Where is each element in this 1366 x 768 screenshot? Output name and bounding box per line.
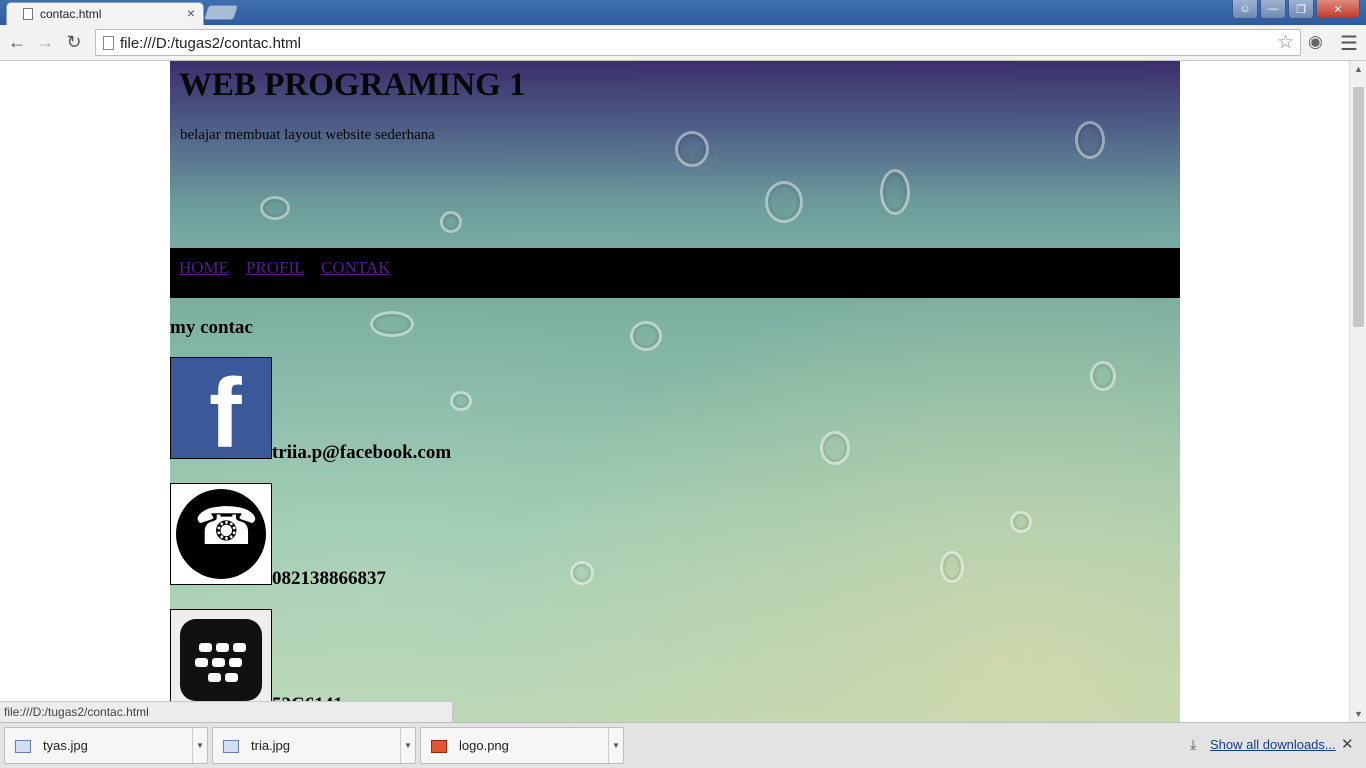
- download-icon: ⤓: [1190, 736, 1197, 752]
- page-icon: [23, 8, 33, 20]
- facebook-icon: f: [170, 357, 272, 459]
- title-bar: contac.html × ☺ — ❐ ✕: [0, 0, 1366, 25]
- address-input[interactable]: [120, 33, 1260, 53]
- extension-icon[interactable]: ◉: [1308, 32, 1323, 52]
- telephone-icon: ☎: [170, 483, 272, 585]
- browser-tab[interactable]: contac.html ×: [6, 2, 204, 25]
- chevron-down-icon[interactable]: ▼: [608, 728, 623, 763]
- page-icon: [103, 36, 114, 50]
- page-container: WEB PROGRAMING 1 belajar membuat layout …: [170, 61, 1180, 722]
- image-file-icon: [15, 740, 31, 753]
- forward-arrow-icon[interactable]: →: [33, 30, 57, 54]
- new-tab-button[interactable]: [203, 5, 239, 20]
- download-item[interactable]: tria.jpg ▼: [212, 727, 416, 764]
- minimize-button[interactable]: —: [1260, 0, 1286, 19]
- status-bubble: file:///D:/tugas2/contac.html: [0, 701, 453, 722]
- restore-button[interactable]: ❐: [1288, 0, 1314, 19]
- blackberry-icon: [170, 609, 272, 711]
- scroll-up-icon[interactable]: ▲: [1354, 64, 1363, 74]
- close-window-button[interactable]: ✕: [1316, 0, 1360, 19]
- chevron-down-icon[interactable]: ▼: [400, 728, 415, 763]
- nav-profil-link[interactable]: PROFIL: [246, 258, 305, 278]
- facebook-contact: triia.p@facebook.com: [272, 442, 452, 463]
- reload-icon[interactable]: ↻: [62, 30, 86, 54]
- page-viewport: WEB PROGRAMING 1 belajar membuat layout …: [0, 61, 1349, 722]
- download-filename: tria.jpg: [251, 738, 291, 753]
- site-nav: HOME PROFIL CONTAK: [170, 248, 1180, 298]
- download-item[interactable]: tyas.jpg ▼: [4, 727, 208, 764]
- site-tagline: belajar membuat layout website sederhana: [180, 127, 435, 143]
- user-icon[interactable]: ☺: [1232, 0, 1258, 19]
- close-icon[interactable]: ✕: [1341, 735, 1354, 753]
- window-controls: ☺ — ❐ ✕: [1232, 0, 1360, 19]
- back-arrow-icon[interactable]: ←: [5, 30, 29, 54]
- scrollbar-thumb[interactable]: [1353, 87, 1364, 327]
- site-header: WEB PROGRAMING 1 belajar membuat layout …: [170, 61, 1180, 248]
- download-shelf: tyas.jpg ▼ tria.jpg ▼ logo.png ▼ ⤓ Show …: [0, 722, 1366, 768]
- browser-toolbar: ← → ↻ ☆ ◉ ☰: [0, 25, 1366, 61]
- nav-contak-link[interactable]: CONTAK: [321, 258, 390, 278]
- png-file-icon: [431, 740, 447, 753]
- tab-title: contac.html: [40, 7, 102, 21]
- contact-heading: my contac: [170, 317, 253, 338]
- site-title: WEB PROGRAMING 1: [179, 67, 526, 103]
- bookmark-star-icon[interactable]: ☆: [1277, 31, 1294, 54]
- tab-close-icon[interactable]: ×: [187, 5, 195, 21]
- menu-icon[interactable]: ☰: [1340, 31, 1358, 56]
- show-all-downloads-link[interactable]: Show all downloads...: [1210, 737, 1336, 752]
- scroll-down-icon[interactable]: ▼: [1354, 709, 1363, 719]
- address-bar[interactable]: ☆: [95, 29, 1301, 56]
- download-filename: tyas.jpg: [43, 738, 88, 753]
- download-filename: logo.png: [459, 738, 509, 753]
- nav-home-link[interactable]: HOME: [179, 258, 229, 278]
- vertical-scrollbar[interactable]: ▲ ▼: [1349, 61, 1366, 722]
- download-item[interactable]: logo.png ▼: [420, 727, 624, 764]
- phone-contact: 082138866837: [272, 568, 386, 589]
- image-file-icon: [223, 740, 239, 753]
- chevron-down-icon[interactable]: ▼: [192, 728, 207, 763]
